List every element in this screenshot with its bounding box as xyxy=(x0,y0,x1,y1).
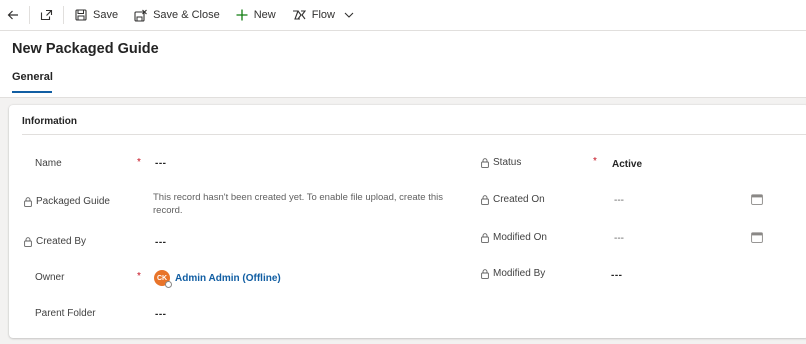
command-bar: Save Save & Close New Flow xyxy=(0,0,806,31)
status-value: Active xyxy=(612,159,643,170)
save-and-close-label: Save & Close xyxy=(153,9,220,21)
flow-button[interactable]: Flow xyxy=(284,0,362,31)
name-field[interactable]: --- xyxy=(155,158,167,169)
field-label-owner: Owner xyxy=(35,272,65,283)
lock-icon xyxy=(481,232,489,243)
flow-label: Flow xyxy=(311,9,335,21)
field-label-created-by: Created By xyxy=(24,236,86,247)
required-indicator: * xyxy=(593,156,597,167)
required-indicator: * xyxy=(137,157,141,168)
presence-offline-icon xyxy=(165,281,172,288)
flow-icon xyxy=(292,10,306,20)
lock-icon xyxy=(481,157,489,168)
field-label-status: Status xyxy=(481,157,521,168)
created-on-value: --- xyxy=(614,195,624,206)
lock-icon xyxy=(481,194,489,205)
field-label-modified-on: Modified On xyxy=(481,232,547,243)
toolbar-divider xyxy=(29,6,30,24)
tab-general[interactable]: General xyxy=(12,71,53,90)
field-label-parent-folder: Parent Folder xyxy=(35,308,96,319)
toolbar-divider xyxy=(63,6,64,24)
back-button[interactable] xyxy=(0,0,26,31)
calendar-icon[interactable] xyxy=(751,232,763,243)
field-label-created-on: Created On xyxy=(481,194,545,205)
owner-lookup[interactable]: CK Admin Admin (Offline) xyxy=(154,270,281,288)
section-title: Information xyxy=(22,116,77,127)
tab-selected-indicator xyxy=(12,91,52,93)
chevron-down-icon xyxy=(344,12,354,18)
lock-icon xyxy=(24,196,32,207)
pop-out-icon xyxy=(40,9,53,21)
save-icon xyxy=(75,9,87,21)
modified-on-value: --- xyxy=(614,233,624,244)
page-title: New Packaged Guide xyxy=(12,41,159,57)
required-indicator: * xyxy=(137,271,141,282)
new-label: New xyxy=(253,9,276,21)
modified-by-value: --- xyxy=(611,270,623,281)
calendar-icon[interactable] xyxy=(751,194,763,205)
plus-icon xyxy=(236,9,248,21)
save-and-close-button[interactable]: Save & Close xyxy=(126,0,228,31)
form-header: New Packaged Guide General xyxy=(0,31,806,98)
back-arrow-icon xyxy=(7,10,18,20)
parent-folder-field[interactable]: --- xyxy=(155,309,167,320)
field-label-packaged-guide: Packaged Guide xyxy=(24,196,110,207)
save-close-icon xyxy=(134,9,147,22)
new-button[interactable]: New xyxy=(228,0,284,31)
lock-icon xyxy=(24,236,32,247)
avatar: CK xyxy=(154,270,172,288)
information-section: Information Name * --- Packaged Guide Th… xyxy=(9,105,806,338)
section-divider xyxy=(22,134,806,135)
save-label: Save xyxy=(93,9,119,21)
save-button[interactable]: Save xyxy=(67,0,126,31)
created-by-value: --- xyxy=(155,237,167,248)
owner-name-link[interactable]: Admin Admin (Offline) xyxy=(175,273,281,284)
file-upload-notice: This record hasn't been created yet. To … xyxy=(153,192,443,216)
pop-out-button[interactable] xyxy=(33,0,60,31)
field-label-modified-by: Modified By xyxy=(481,268,545,279)
field-label-name: Name xyxy=(35,158,62,169)
lock-icon xyxy=(481,268,489,279)
